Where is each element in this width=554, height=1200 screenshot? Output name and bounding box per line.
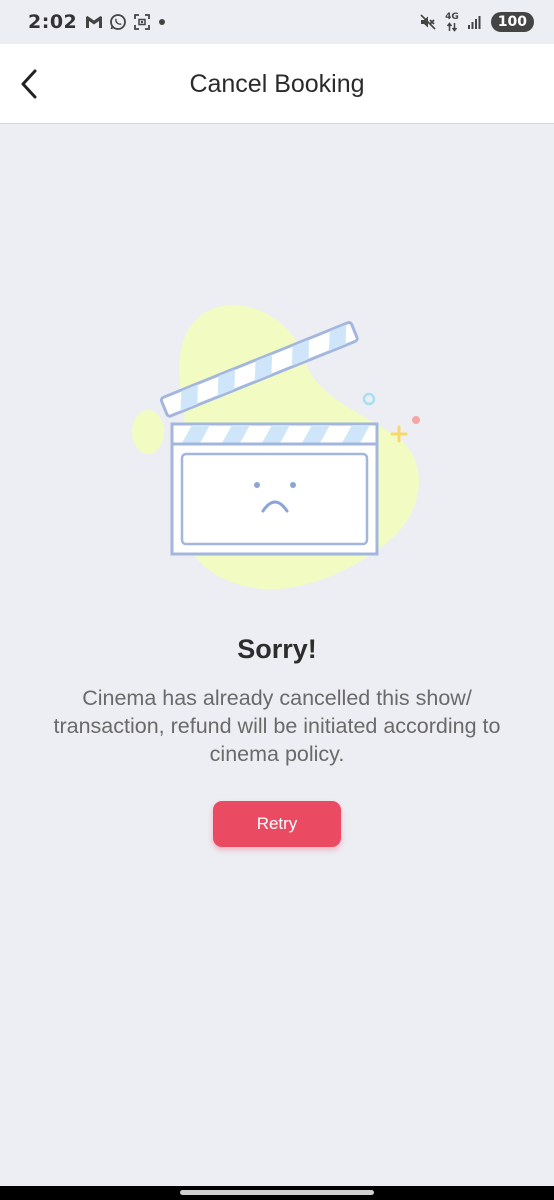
status-notification-icons <box>85 13 167 31</box>
retry-button[interactable]: Retry <box>213 801 341 847</box>
sad-clapperboard-illustration <box>120 300 440 600</box>
sorry-heading: Sorry! <box>237 634 317 664</box>
status-time: 2:02 <box>28 11 78 33</box>
app-header: Cancel Booking <box>0 44 554 124</box>
gmail-icon <box>86 16 103 28</box>
page-title: Cancel Booking <box>189 70 365 98</box>
gesture-handle[interactable] <box>180 1190 374 1195</box>
network-type-label: 4G <box>445 11 459 22</box>
clapper-screen <box>180 452 369 546</box>
sparkle-blue <box>362 392 376 406</box>
screenshot-icon <box>134 14 151 30</box>
cancellation-message: Cinema has already cancelled this show/ … <box>53 686 501 766</box>
signal-icon <box>467 16 481 29</box>
sad-clapperboard-icon <box>132 305 420 590</box>
network-4g-icon: 4G <box>445 11 459 32</box>
face-eye-left <box>254 482 260 488</box>
face-eye-right <box>290 482 296 488</box>
status-system-icons: 4G 100 <box>419 12 534 32</box>
whatsapp-icon <box>110 14 127 30</box>
mute-icon <box>420 14 436 30</box>
notification-dot-icon <box>159 19 166 25</box>
battery-icon: 100 <box>490 12 534 32</box>
sparkle-pink <box>412 416 420 424</box>
status-bar: 2:02 4G 100 <box>0 0 554 44</box>
illustration-blob-small <box>132 410 164 454</box>
system-nav-bar <box>0 1186 554 1200</box>
